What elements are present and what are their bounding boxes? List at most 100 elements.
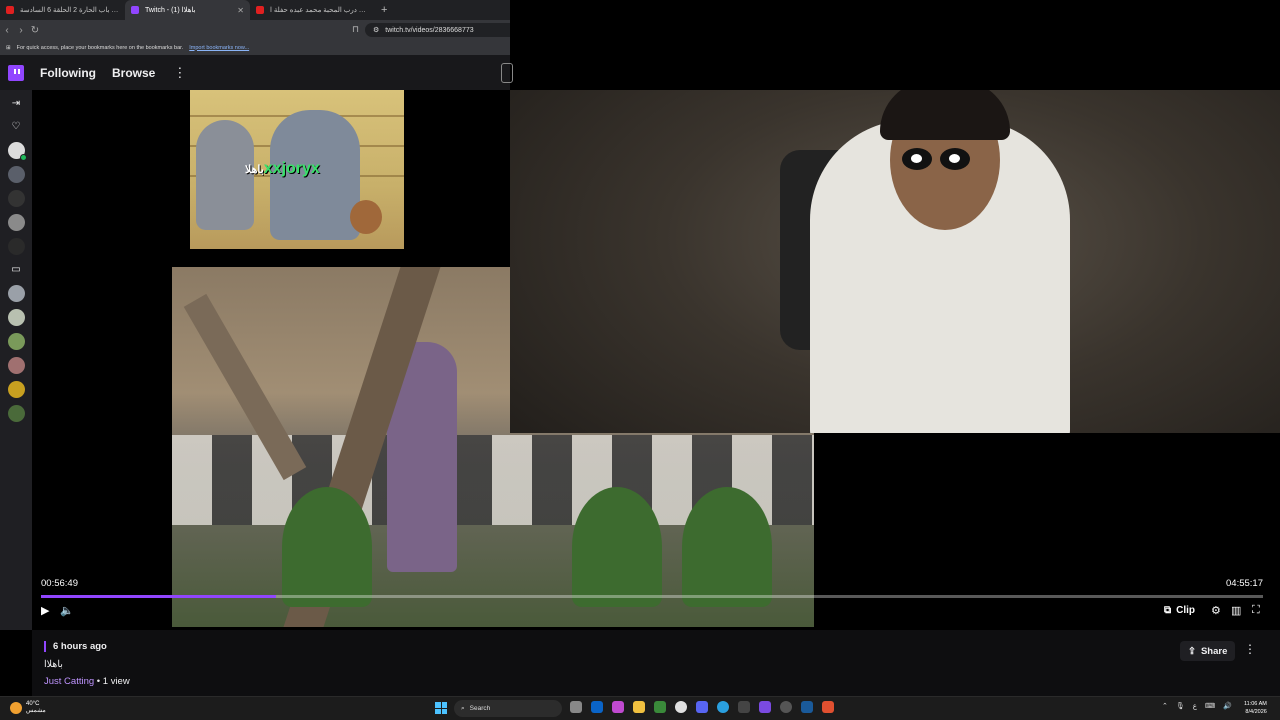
brave-icon[interactable] xyxy=(822,701,834,713)
microphone-icon[interactable]: 🎙 xyxy=(1176,702,1185,710)
share-label: Share xyxy=(1200,645,1228,657)
watermark-arabic: باهلا xyxy=(245,164,264,176)
more-options-icon[interactable]: ⋮ xyxy=(173,65,186,81)
video-meta: Just Catting • 1 view xyxy=(44,676,130,687)
bookmarks-hint: For quick access, place your bookmarks h… xyxy=(16,44,184,51)
clock-date: 8/4/2026 xyxy=(1245,709,1267,715)
webcam-streamer-hair xyxy=(880,90,1010,140)
search-placeholder: Search xyxy=(469,705,491,712)
tab-title: Twitch - باهلاا (1) xyxy=(145,7,196,14)
webcam-overlay xyxy=(510,90,1280,433)
app-icon[interactable] xyxy=(759,701,771,713)
video-info-panel xyxy=(32,630,1280,696)
telegram-icon[interactable] xyxy=(717,701,729,713)
fullscreen-icon[interactable]: ⛶ xyxy=(1252,604,1260,617)
twitch-top-nav: Following Browse ⋮ xyxy=(0,55,513,90)
taskbar-search[interactable]: ⌕ Search xyxy=(454,700,562,717)
browser-tab-active[interactable]: Twitch - باهلاا (1) ✕ xyxy=(125,0,250,20)
system-tray: ⌃ 🎙 ع ⌨ 🔊 xyxy=(1162,702,1232,710)
channel-avatar[interactable] xyxy=(7,405,25,422)
chrome-icon[interactable] xyxy=(675,701,687,713)
channel-avatar[interactable] xyxy=(7,285,25,302)
seek-progress xyxy=(41,595,276,598)
share-icon: ⇪ xyxy=(1188,645,1196,657)
discord-icon[interactable] xyxy=(696,701,708,713)
bookmark-icon[interactable]: ⊓ xyxy=(352,24,359,35)
settings-gear-icon[interactable]: ⚙ xyxy=(1211,604,1221,617)
forward-icon[interactable]: › xyxy=(14,25,28,36)
store-icon[interactable] xyxy=(591,701,603,713)
scene-plant xyxy=(572,487,662,607)
weather-desc: مشمس xyxy=(26,708,46,714)
weather-widget[interactable]: 40°C مشمس xyxy=(10,701,46,715)
video-camera-icon: ▭ xyxy=(11,264,21,275)
overlay-watermark: باهلاxxjoryx xyxy=(245,160,320,178)
seek-bar[interactable] xyxy=(41,595,1263,598)
bookmarks-bar: ⊞ For quick access, place your bookmarks… xyxy=(0,40,510,55)
browser-tab[interactable]: مسلسل باب الحارة 2 الحلقة 6 السادسة xyxy=(0,0,125,20)
scene-plant xyxy=(682,487,772,607)
scene-plant xyxy=(282,487,372,607)
import-bookmarks-link[interactable]: Import bookmarks now... xyxy=(189,45,249,51)
channel-avatar[interactable] xyxy=(7,238,25,255)
app-icon[interactable] xyxy=(654,701,666,713)
twitch-logo-icon[interactable] xyxy=(8,64,24,81)
posted-time: 6 hours ago xyxy=(44,641,107,652)
network-icon[interactable]: ⌨ xyxy=(1205,702,1215,710)
share-button[interactable]: ⇪ Share xyxy=(1180,641,1236,661)
url-text: twitch.tv/videos/2836668773 xyxy=(385,26,474,34)
live-indicator-icon xyxy=(19,154,27,161)
sun-icon xyxy=(10,702,22,714)
weather-text: 40°C مشمس xyxy=(26,701,46,715)
volume-icon[interactable]: 🔈 xyxy=(60,604,74,617)
webcam-glasses xyxy=(902,148,932,170)
ime-indicator[interactable]: ع xyxy=(1193,702,1197,710)
reload-icon[interactable]: ↻ xyxy=(28,25,42,36)
video-more-icon[interactable]: ⋮ xyxy=(1244,642,1256,656)
expand-sidebar-icon[interactable]: ⇥ xyxy=(12,96,20,112)
video-player[interactable]: باهلاxxjoryx xyxy=(32,90,1280,630)
channel-avatar[interactable] xyxy=(7,166,25,183)
taskbar-clock[interactable]: 11:06 AM 8/4/2026 xyxy=(1244,700,1267,716)
cartoon-overlay: باهلاxxjoryx xyxy=(190,90,404,249)
tray-chevron-icon[interactable]: ⌃ xyxy=(1162,702,1168,710)
windows-taskbar: 40°C مشمس ⌕ Search ⌃ 🎙 ع ⌨ 🔊 11:06 AM 8/… xyxy=(0,696,1280,720)
browser-toolbar: ‹ › ↻ ⊓ ⚙ twitch.tv/videos/2836668773 xyxy=(0,20,510,40)
channel-avatar[interactable] xyxy=(7,381,25,398)
steam-icon[interactable] xyxy=(801,701,813,713)
speaker-icon[interactable]: 🔊 xyxy=(1223,702,1232,710)
windows-start-icon[interactable] xyxy=(435,702,447,714)
obs-icon[interactable] xyxy=(780,701,792,713)
close-tab-icon[interactable]: ✕ xyxy=(237,6,244,15)
channel-avatar[interactable] xyxy=(7,357,25,374)
video-title: باهلاا xyxy=(44,659,63,670)
address-bar[interactable]: ⚙ twitch.tv/videos/2836668773 xyxy=(365,23,510,37)
back-icon[interactable]: ‹ xyxy=(0,25,14,36)
channel-avatar[interactable] xyxy=(7,142,27,161)
new-tab-icon[interactable]: + xyxy=(381,4,387,16)
watermark-name: xxjoryx xyxy=(263,160,320,177)
channel-avatar[interactable] xyxy=(7,190,25,207)
channel-avatar[interactable] xyxy=(7,333,25,350)
youtube-favicon-icon xyxy=(6,6,14,14)
youtube-favicon-icon xyxy=(256,6,264,14)
copilot-icon[interactable] xyxy=(612,701,624,713)
app-icon[interactable] xyxy=(738,701,750,713)
task-view-icon[interactable] xyxy=(570,701,582,713)
play-icon[interactable]: ▶ xyxy=(41,604,49,617)
followed-channels-sidebar: ⇥ ♡ ▭ xyxy=(0,90,32,630)
clapperboard-icon: ⧉ xyxy=(1164,605,1172,616)
channel-avatar[interactable] xyxy=(7,214,25,231)
file-explorer-icon[interactable] xyxy=(633,701,645,713)
site-info-icon[interactable]: ⚙ xyxy=(373,26,379,34)
nav-following[interactable]: Following xyxy=(40,66,96,80)
browser-tab[interactable]: وينك ي درب المحبة محمد عبده حفلة ا... xyxy=(250,0,375,20)
channel-avatar[interactable] xyxy=(7,309,25,326)
temperature: 40°C xyxy=(26,701,40,707)
theatre-mode-icon[interactable]: ▥ xyxy=(1231,604,1241,617)
nav-browse[interactable]: Browse xyxy=(112,66,155,80)
apps-grid-icon[interactable]: ⊞ xyxy=(6,45,11,51)
clock-time: 11:06 AM xyxy=(1244,701,1267,707)
clip-button[interactable]: ⧉ Clip xyxy=(1164,605,1195,616)
category-link[interactable]: Just Catting xyxy=(44,676,94,687)
